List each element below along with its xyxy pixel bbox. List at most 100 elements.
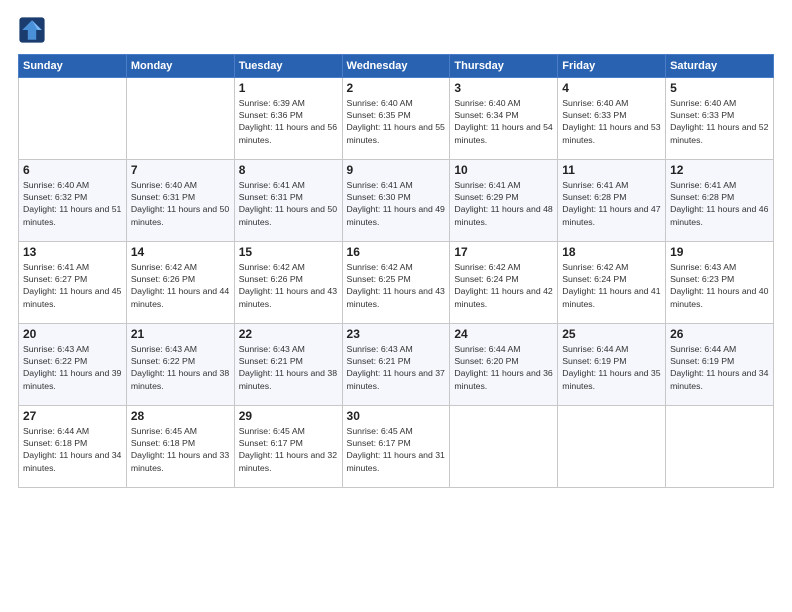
day-number: 2: [347, 81, 446, 95]
calendar-week-row: 20 Sunrise: 6:43 AM Sunset: 6:22 PM Dayli…: [19, 324, 774, 406]
calendar-cell: 28 Sunrise: 6:45 AM Sunset: 6:18 PM Dayli…: [126, 406, 234, 488]
calendar-cell: 22 Sunrise: 6:43 AM Sunset: 6:21 PM Dayli…: [234, 324, 342, 406]
weekday-header: Thursday: [450, 55, 558, 78]
calendar-cell: 4 Sunrise: 6:40 AM Sunset: 6:33 PM Daylig…: [558, 78, 666, 160]
calendar-cell: 1Sunrise: 6:39 AM Sunset: 6:36 PM Daylig…: [234, 78, 342, 160]
calendar-cell: 5 Sunrise: 6:40 AM Sunset: 6:33 PM Daylig…: [666, 78, 774, 160]
day-info: Sunrise: 6:42 AM Sunset: 6:26 PM Dayligh…: [239, 261, 338, 310]
day-number: 1: [239, 81, 338, 95]
weekday-header: Monday: [126, 55, 234, 78]
calendar-cell: 9 Sunrise: 6:41 AM Sunset: 6:30 PM Daylig…: [342, 160, 450, 242]
calendar-week-row: 27Sunrise: 6:44 AM Sunset: 6:18 PM Dayli…: [19, 406, 774, 488]
page: SundayMondayTuesdayWednesdayThursdayFrid…: [0, 0, 792, 612]
calendar-cell: [19, 78, 127, 160]
calendar-cell: 6 Sunrise: 6:40 AM Sunset: 6:32 PM Daylig…: [19, 160, 127, 242]
calendar-cell: 16 Sunrise: 6:42 AM Sunset: 6:25 PM Dayli…: [342, 242, 450, 324]
calendar-cell: 10Sunrise: 6:41 AM Sunset: 6:29 PM Dayli…: [450, 160, 558, 242]
day-info: Sunrise: 6:44 AM Sunset: 6:19 PM Dayligh…: [670, 343, 769, 392]
day-info: Sunrise: 6:40 AM Sunset: 6:31 PM Dayligh…: [131, 179, 230, 228]
day-info: Sunrise: 6:41 AM Sunset: 6:29 PM Dayligh…: [454, 179, 553, 228]
day-number: 23: [347, 327, 446, 341]
weekday-header: Saturday: [666, 55, 774, 78]
day-number: 19: [670, 245, 769, 259]
weekday-header: Tuesday: [234, 55, 342, 78]
logo-icon: [18, 16, 46, 44]
day-info: Sunrise: 6:43 AM Sunset: 6:21 PM Dayligh…: [239, 343, 338, 392]
logo: [18, 16, 50, 44]
day-info: Sunrise: 6:45 AM Sunset: 6:18 PM Dayligh…: [131, 425, 230, 474]
weekday-header: Friday: [558, 55, 666, 78]
day-number: 12: [670, 163, 769, 177]
day-number: 6: [23, 163, 122, 177]
day-info: Sunrise: 6:45 AM Sunset: 6:17 PM Dayligh…: [347, 425, 446, 474]
day-number: 18: [562, 245, 661, 259]
day-number: 3: [454, 81, 553, 95]
day-number: 22: [239, 327, 338, 341]
calendar-cell: 19 Sunrise: 6:43 AM Sunset: 6:23 PM Dayli…: [666, 242, 774, 324]
day-info: Sunrise: 6:43 AM Sunset: 6:22 PM Dayligh…: [23, 343, 122, 392]
day-number: 24: [454, 327, 553, 341]
calendar-cell: 29Sunrise: 6:45 AM Sunset: 6:17 PM Dayli…: [234, 406, 342, 488]
calendar-cell: [126, 78, 234, 160]
day-number: 17: [454, 245, 553, 259]
day-number: 28: [131, 409, 230, 423]
day-number: 21: [131, 327, 230, 341]
day-info: Sunrise: 6:41 AM Sunset: 6:28 PM Dayligh…: [562, 179, 661, 228]
day-number: 15: [239, 245, 338, 259]
day-info: Sunrise: 6:43 AM Sunset: 6:22 PM Dayligh…: [131, 343, 230, 392]
calendar-cell: 2 Sunrise: 6:40 AM Sunset: 6:35 PM Daylig…: [342, 78, 450, 160]
day-number: 20: [23, 327, 122, 341]
day-number: 29: [239, 409, 338, 423]
day-number: 30: [347, 409, 446, 423]
day-info: Sunrise: 6:40 AM Sunset: 6:34 PM Dayligh…: [454, 97, 553, 146]
day-info: Sunrise: 6:40 AM Sunset: 6:35 PM Dayligh…: [347, 97, 446, 146]
day-number: 27: [23, 409, 122, 423]
calendar-cell: 30 Sunrise: 6:45 AM Sunset: 6:17 PM Dayli…: [342, 406, 450, 488]
calendar-cell: 25 Sunrise: 6:44 AM Sunset: 6:19 PM Dayli…: [558, 324, 666, 406]
calendar-cell: 7 Sunrise: 6:40 AM Sunset: 6:31 PM Daylig…: [126, 160, 234, 242]
day-number: 8: [239, 163, 338, 177]
calendar-week-row: 6 Sunrise: 6:40 AM Sunset: 6:32 PM Daylig…: [19, 160, 774, 242]
weekday-header-row: SundayMondayTuesdayWednesdayThursdayFrid…: [19, 55, 774, 78]
day-info: Sunrise: 6:41 AM Sunset: 6:31 PM Dayligh…: [239, 179, 338, 228]
calendar-cell: 15 Sunrise: 6:42 AM Sunset: 6:26 PM Dayli…: [234, 242, 342, 324]
day-number: 4: [562, 81, 661, 95]
calendar-cell: 27Sunrise: 6:44 AM Sunset: 6:18 PM Dayli…: [19, 406, 127, 488]
day-info: Sunrise: 6:44 AM Sunset: 6:19 PM Dayligh…: [562, 343, 661, 392]
day-number: 11: [562, 163, 661, 177]
day-info: Sunrise: 6:42 AM Sunset: 6:24 PM Dayligh…: [562, 261, 661, 310]
calendar-table: SundayMondayTuesdayWednesdayThursdayFrid…: [18, 54, 774, 488]
day-number: 7: [131, 163, 230, 177]
day-info: Sunrise: 6:41 AM Sunset: 6:30 PM Dayligh…: [347, 179, 446, 228]
day-number: 9: [347, 163, 446, 177]
day-info: Sunrise: 6:42 AM Sunset: 6:25 PM Dayligh…: [347, 261, 446, 310]
day-number: 16: [347, 245, 446, 259]
day-number: 13: [23, 245, 122, 259]
calendar-cell: 8 Sunrise: 6:41 AM Sunset: 6:31 PM Daylig…: [234, 160, 342, 242]
calendar-week-row: 13 Sunrise: 6:41 AM Sunset: 6:27 PM Dayli…: [19, 242, 774, 324]
day-number: 5: [670, 81, 769, 95]
calendar-cell: 18 Sunrise: 6:42 AM Sunset: 6:24 PM Dayli…: [558, 242, 666, 324]
calendar-cell: [450, 406, 558, 488]
header: [18, 16, 774, 44]
weekday-header: Wednesday: [342, 55, 450, 78]
day-number: 14: [131, 245, 230, 259]
calendar-cell: 17 Sunrise: 6:42 AM Sunset: 6:24 PM Dayli…: [450, 242, 558, 324]
day-info: Sunrise: 6:42 AM Sunset: 6:24 PM Dayligh…: [454, 261, 553, 310]
day-info: Sunrise: 6:40 AM Sunset: 6:33 PM Dayligh…: [670, 97, 769, 146]
calendar-cell: 3 Sunrise: 6:40 AM Sunset: 6:34 PM Daylig…: [450, 78, 558, 160]
day-info: Sunrise: 6:40 AM Sunset: 6:32 PM Dayligh…: [23, 179, 122, 228]
day-number: 25: [562, 327, 661, 341]
day-number: 26: [670, 327, 769, 341]
calendar-cell: 11 Sunrise: 6:41 AM Sunset: 6:28 PM Dayli…: [558, 160, 666, 242]
day-info: Sunrise: 6:41 AM Sunset: 6:28 PM Dayligh…: [670, 179, 769, 228]
calendar-cell: 13 Sunrise: 6:41 AM Sunset: 6:27 PM Dayli…: [19, 242, 127, 324]
calendar-week-row: 1Sunrise: 6:39 AM Sunset: 6:36 PM Daylig…: [19, 78, 774, 160]
calendar-cell: 20 Sunrise: 6:43 AM Sunset: 6:22 PM Dayli…: [19, 324, 127, 406]
calendar-cell: 23Sunrise: 6:43 AM Sunset: 6:21 PM Dayli…: [342, 324, 450, 406]
day-info: Sunrise: 6:43 AM Sunset: 6:23 PM Dayligh…: [670, 261, 769, 310]
calendar-cell: [666, 406, 774, 488]
day-info: Sunrise: 6:41 AM Sunset: 6:27 PM Dayligh…: [23, 261, 122, 310]
calendar-cell: 14Sunrise: 6:42 AM Sunset: 6:26 PM Dayli…: [126, 242, 234, 324]
day-info: Sunrise: 6:40 AM Sunset: 6:33 PM Dayligh…: [562, 97, 661, 146]
